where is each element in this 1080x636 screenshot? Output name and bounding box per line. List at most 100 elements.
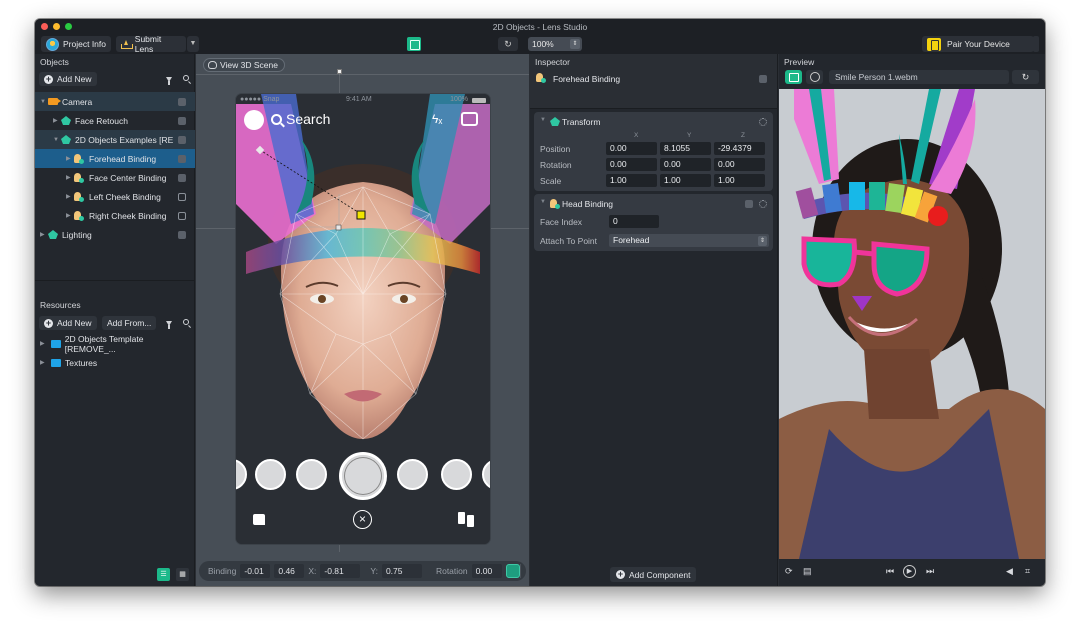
visibility-checkbox[interactable] bbox=[178, 192, 186, 201]
anchor-handle[interactable] bbox=[337, 69, 342, 74]
preview-video[interactable] bbox=[779, 89, 1045, 559]
y-field[interactable]: 0.75 bbox=[381, 564, 422, 578]
project-info-button[interactable]: Project Info bbox=[41, 36, 111, 52]
transform-field-y[interactable]: 8.1055 bbox=[660, 142, 711, 155]
visibility-checkbox[interactable] bbox=[178, 97, 186, 106]
collapse-arrow-icon[interactable]: ▼ bbox=[540, 199, 546, 205]
expand-arrow-icon[interactable]: ▶ bbox=[40, 340, 48, 347]
face-index-field[interactable]: 0 bbox=[609, 215, 659, 228]
preview-video-select[interactable]: Smile Person 1.webm bbox=[829, 70, 1009, 84]
play-icon[interactable]: ▶ bbox=[903, 565, 916, 578]
webcam-button[interactable] bbox=[806, 70, 823, 84]
device-frame-icon[interactable]: ▤ bbox=[803, 566, 812, 577]
submit-lens-button[interactable]: Submit Lens bbox=[116, 34, 186, 54]
add-new-resource-button[interactable]: + Add New bbox=[39, 316, 97, 330]
plus-icon: + bbox=[44, 317, 53, 328]
tree-item-label: Face Retouch bbox=[75, 115, 128, 126]
resource-item[interactable]: ▶ Textures bbox=[35, 353, 195, 372]
expand-arrow-icon[interactable]: ▶ bbox=[66, 174, 74, 181]
expand-arrow-icon[interactable]: ▶ bbox=[66, 193, 74, 200]
zoom-value: 100% bbox=[532, 39, 554, 49]
skip-back-icon[interactable]: ⏮ bbox=[886, 566, 894, 577]
list-view-button[interactable]: ☰ bbox=[157, 568, 170, 581]
pair-device-button[interactable]: Pair Your Device bbox=[922, 36, 1034, 52]
x-field[interactable]: -0.81 bbox=[320, 564, 361, 578]
binding-a-field[interactable]: -0.01 bbox=[240, 564, 271, 578]
expand-arrow-icon[interactable]: ▶ bbox=[66, 155, 74, 162]
loop-icon[interactable]: ⟳ bbox=[785, 566, 793, 577]
add-component-button[interactable]: + Add Component bbox=[610, 567, 697, 582]
object-name[interactable]: Forehead Binding bbox=[553, 74, 620, 84]
tree-item[interactable]: ▶ Face Retouch bbox=[35, 111, 195, 130]
lens-option bbox=[255, 459, 286, 490]
submit-dropdown-button[interactable]: ▼ bbox=[187, 36, 199, 52]
collapse-arrow-icon[interactable]: ▼ bbox=[540, 117, 546, 123]
grid-view-button[interactable]: ▦ bbox=[176, 568, 189, 581]
resources-search-icon[interactable] bbox=[183, 319, 189, 325]
panel-divider[interactable] bbox=[35, 280, 195, 281]
tree-item[interactable]: ▶ Right Cheek Binding bbox=[35, 206, 195, 225]
transform-field-z[interactable]: -29.4379 bbox=[714, 142, 765, 155]
visibility-checkbox[interactable] bbox=[178, 135, 186, 144]
inspector-title: Inspector bbox=[535, 57, 570, 67]
expand-arrow-icon[interactable]: ▶ bbox=[66, 212, 74, 219]
transform-field-z[interactable]: 1.00 bbox=[714, 174, 765, 187]
transform-field-z[interactable]: 0.00 bbox=[714, 158, 765, 171]
crop-icon[interactable]: ⌗ bbox=[1025, 566, 1030, 577]
view-3d-label: View 3D Scene bbox=[220, 60, 278, 70]
object-enabled-checkbox[interactable] bbox=[759, 75, 767, 83]
component-enabled-checkbox[interactable] bbox=[745, 200, 753, 208]
collapse-arrow-icon[interactable]: ▼ bbox=[53, 137, 61, 143]
reset-camera-button[interactable]: ↻ bbox=[498, 37, 518, 51]
gear-icon[interactable] bbox=[759, 200, 767, 208]
collapse-arrow-icon[interactable]: ▼ bbox=[40, 99, 48, 105]
transform-field-x[interactable]: 1.00 bbox=[606, 174, 657, 187]
skip-forward-icon[interactable]: ⏭ bbox=[926, 566, 934, 577]
search-icon[interactable] bbox=[183, 75, 189, 81]
reload-preview-button[interactable]: ↻ bbox=[1012, 70, 1039, 84]
visibility-checkbox[interactable] bbox=[178, 211, 186, 220]
transform-field-y[interactable]: 0.00 bbox=[660, 158, 711, 171]
toggle-panels-button[interactable] bbox=[407, 37, 421, 51]
view-3d-scene-button[interactable]: View 3D Scene bbox=[203, 58, 285, 72]
tree-item[interactable]: ▶ Lighting bbox=[35, 225, 195, 244]
binding-b-field[interactable]: 0.46 bbox=[274, 564, 305, 578]
mute-icon[interactable]: ◀ bbox=[1006, 566, 1013, 577]
visibility-checkbox[interactable] bbox=[178, 116, 186, 125]
tree-item[interactable]: ▼ Camera bbox=[35, 92, 195, 111]
head-binding-icon bbox=[74, 210, 84, 221]
tree-item[interactable]: ▼ 2D Objects Examples [RE bbox=[35, 130, 195, 149]
rotation-field[interactable]: 0.00 bbox=[471, 564, 502, 578]
add-new-object-button[interactable]: + Add New bbox=[39, 72, 97, 86]
titlebar: 2D Objects - Lens Studio Project Info Su… bbox=[35, 19, 1045, 54]
tree-item-label: Forehead Binding bbox=[89, 153, 157, 164]
visibility-checkbox[interactable] bbox=[178, 230, 186, 239]
transform-field-x[interactable]: 0.00 bbox=[606, 142, 657, 155]
scene-panel[interactable]: View 3D Scene ●●●●● Snap 9:41 AM 100% Se… bbox=[196, 54, 529, 586]
scale-handle[interactable] bbox=[335, 224, 342, 231]
visibility-checkbox[interactable] bbox=[178, 154, 186, 163]
transform-field-y[interactable]: 1.00 bbox=[660, 174, 711, 187]
transform-field-x[interactable]: 0.00 bbox=[606, 158, 657, 171]
position-handle[interactable] bbox=[356, 210, 366, 220]
device-preview-button[interactable] bbox=[785, 70, 802, 84]
upload-icon bbox=[121, 39, 133, 49]
head-binding-title: Head Binding bbox=[562, 199, 614, 209]
tree-item[interactable]: ▶ Forehead Binding bbox=[35, 149, 195, 168]
gear-icon[interactable] bbox=[759, 118, 767, 126]
resources-filter-icon[interactable] bbox=[166, 321, 172, 329]
add-from-button[interactable]: Add From... bbox=[102, 316, 157, 330]
resource-item[interactable]: ▶ 2D Objects Template [REMOVE_... bbox=[35, 334, 195, 354]
flip-camera-icon bbox=[461, 112, 478, 126]
attach-to-point-select[interactable]: Forehead ⇕ bbox=[609, 234, 769, 247]
zoom-select[interactable]: 100% ⇕ bbox=[528, 37, 582, 51]
visibility-checkbox[interactable] bbox=[178, 173, 186, 182]
tree-item[interactable]: ▶ Face Center Binding bbox=[35, 168, 195, 187]
tree-item[interactable]: ▶ Left Cheek Binding bbox=[35, 187, 195, 206]
expand-arrow-icon[interactable]: ▶ bbox=[53, 117, 61, 124]
lens-settings-icon[interactable] bbox=[506, 564, 520, 578]
filter-icon[interactable] bbox=[166, 77, 172, 85]
expand-arrow-icon[interactable]: ▶ bbox=[40, 359, 48, 366]
expand-arrow-icon[interactable]: ▶ bbox=[40, 231, 48, 238]
pair-device-menu-button[interactable] bbox=[1033, 36, 1039, 52]
